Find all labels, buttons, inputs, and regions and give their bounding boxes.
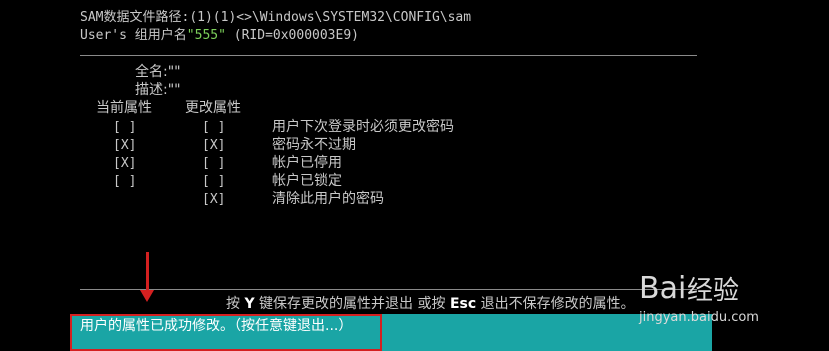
baidu-jingyan-watermark: Bai 经验 jingyan.baidu.com <box>639 272 819 332</box>
sam-path-label: SAM数据文件路径: <box>80 10 190 25</box>
attr-current-checkbox: [ ] <box>113 174 137 189</box>
attr-change-checkbox[interactable]: [ ] <box>202 174 225 190</box>
attr-change-checkbox[interactable]: [ ] <box>202 156 225 172</box>
sam-path-value: (1)(1)<>\Windows\SYSTEM32\CONFIG\sam <box>189 10 472 25</box>
column-header-change: 更改属性 <box>185 100 241 116</box>
annotation-arrow <box>146 252 149 292</box>
y-key: Y <box>244 296 255 312</box>
attr-label: 密码永不过期 <box>272 137 356 153</box>
user-line: User's 组用户名"555" (RID=0x000003E9) <box>80 28 359 44</box>
sam-path-line: SAM数据文件路径:(1)(1)<>\Windows\SYSTEM32\CONF… <box>80 10 471 26</box>
esc-key: Esc <box>449 296 477 312</box>
key-prompt: 按 Y 键保存更改的属性并退出 或按 Esc 退出不保存修改的属性。 <box>226 296 635 313</box>
user-name: "555" <box>186 28 226 43</box>
attr-current-checkbox: [X] <box>113 138 137 153</box>
description-field: 描述:"" <box>135 82 181 98</box>
watermark-url: jingyan.baidu.com <box>639 310 759 325</box>
bottom-divider <box>80 289 697 290</box>
attr-label: 帐户已停用 <box>272 155 342 171</box>
attr-label: 清除此用户的密码 <box>272 191 384 207</box>
full-name-field: 全名:"" <box>135 64 181 80</box>
user-rid: (RID=0x000003E9) <box>225 28 359 43</box>
paw-logo-icon: Bai <box>639 271 687 306</box>
attr-change-checkbox[interactable]: [X] <box>202 192 225 208</box>
attr-current-checkbox: [ ] <box>113 120 137 135</box>
attr-label: 帐户已锁定 <box>272 173 342 189</box>
watermark-name: 经验 <box>687 276 740 306</box>
annotation-arrow-head <box>140 290 154 302</box>
top-divider <box>80 55 697 56</box>
attr-change-checkbox[interactable]: [X] <box>202 138 225 154</box>
column-header-current: 当前属性 <box>96 100 152 116</box>
prompt-exit-text: 退出不保存修改的属性。 <box>476 296 635 312</box>
attr-current-checkbox: [X] <box>113 156 137 171</box>
prompt-save-text: 键保存更改的属性并退出 或按 <box>254 296 450 312</box>
user-prefix: User's 组用户名 <box>80 28 187 43</box>
attr-label: 用户下次登录时必须更改密码 <box>272 119 454 135</box>
prompt-press: 按 <box>226 296 245 312</box>
status-message: 用户的属性已成功修改。（按任意键退出...） <box>80 318 353 334</box>
attr-change-checkbox[interactable]: [ ] <box>202 120 225 136</box>
